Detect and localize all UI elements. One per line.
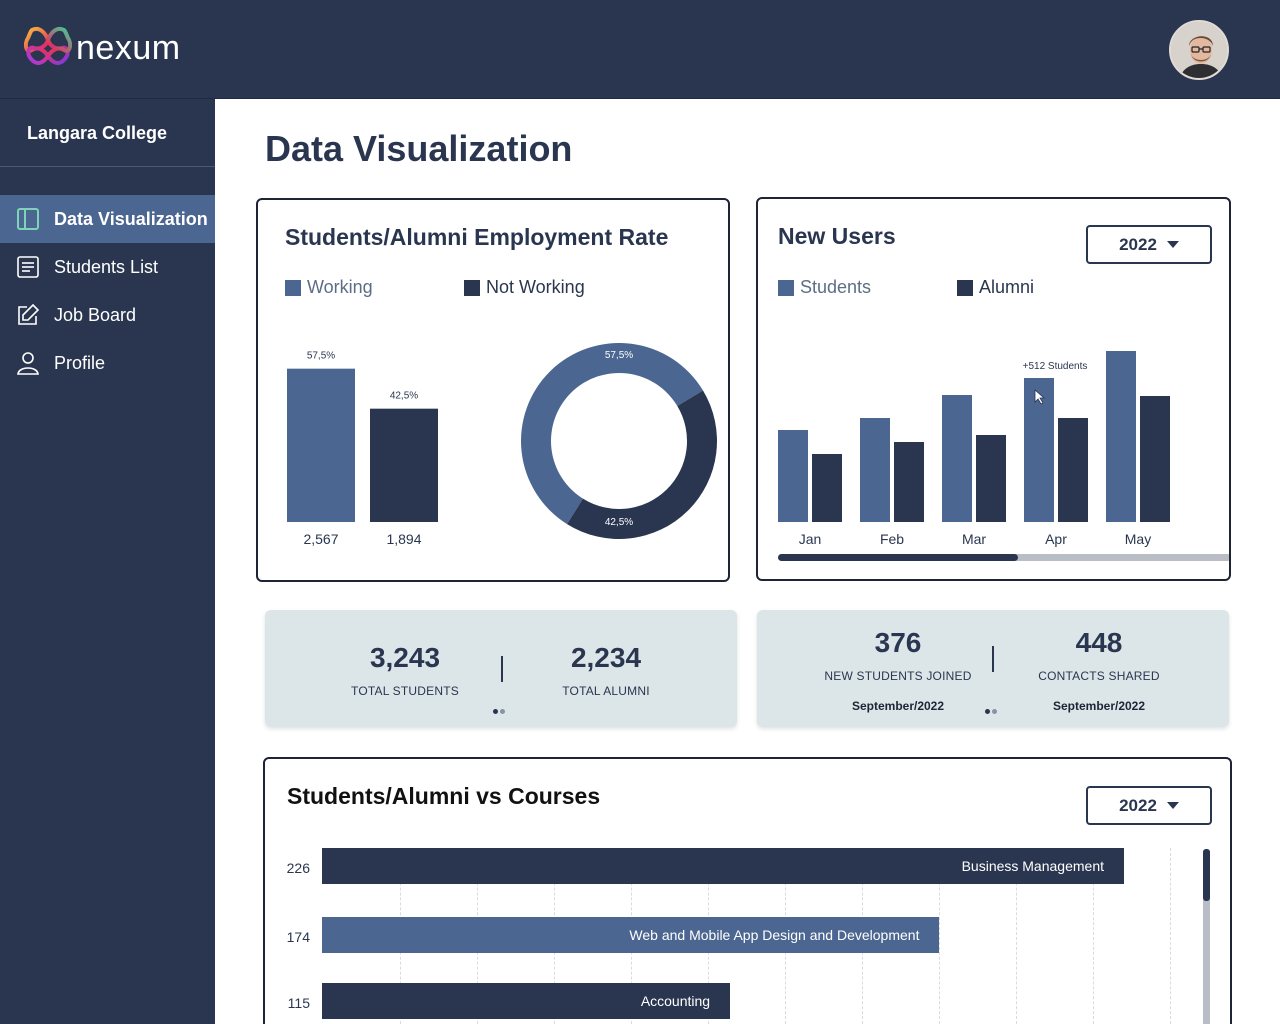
carousel-dot[interactable] [500,709,505,714]
contacts-shared-period: September/2022 [1052,699,1146,713]
donut-label: 57,5% [605,350,633,361]
employment-bar-chart: 57,5% 2,567 42,5% 1,894 [287,351,438,547]
stat-separator [992,646,994,672]
year-dropdown[interactable]: 2022 [1086,225,1212,264]
bar-percent-label: 42,5% [390,391,418,402]
sidebar: Langara College Data Visualization Stude… [0,99,215,1024]
courses-card: Students/Alumni vs Courses 2022 [263,757,1232,1024]
year-value: 2022 [1119,234,1157,254]
edit-icon [15,302,41,328]
chevron-down-icon [1166,241,1179,248]
legend-not-working: Not Working [464,277,585,298]
total-alumni-value: 2,234 [570,642,642,673]
new-users-bar[interactable] [942,395,972,522]
new-users-bar[interactable] [812,454,842,522]
bar-percent-label: 57,5% [307,351,335,362]
carousel-dots[interactable] [985,709,999,714]
card-title: New Users [778,223,896,249]
employment-donut-chart: 57,5% 42,5% [521,343,717,539]
legend-swatch [464,279,480,296]
new-users-card: New Users 2022 Students Alumni Jan Feb Mar… [756,197,1231,581]
layout-icon [15,206,41,232]
x-tick-label: Apr [1045,531,1067,547]
total-students-value: 3,243 [369,642,441,673]
new-users-bar[interactable] [778,430,808,522]
sidebar-item-students-list[interactable]: Students List [0,243,215,291]
list-icon [15,254,41,280]
legend-swatch [285,279,301,296]
bar-value-label: 2,567 [303,531,338,547]
x-tick-label: Mar [962,531,986,547]
chart-scrollbar[interactable] [778,554,1229,561]
stat-separator [501,656,503,682]
carousel-dot[interactable] [992,709,997,714]
user-icon [15,350,41,376]
employment-bar[interactable] [287,368,355,522]
legend-swatch [778,279,794,296]
sidebar-item-label: Job Board [54,304,137,325]
employment-bar[interactable] [370,408,438,522]
x-tick-label: Feb [880,531,904,547]
sidebar-item-label: Profile [54,352,106,373]
bar-value-label: 1,894 [386,531,421,547]
scrollbar-thumb[interactable] [1203,849,1210,901]
sidebar-item-data-visualization[interactable]: Data Visualization [0,195,215,243]
donut-label: 42,5% [605,517,633,528]
x-tick-label: Jan [799,531,822,547]
legend-students: Students [778,277,871,298]
donut-slice[interactable] [567,390,717,539]
page-title: Data Visualization [265,128,573,169]
contacts-shared-value: 448 [1075,627,1123,658]
year-value: 2022 [1119,795,1157,815]
org-name: Langara College [27,123,168,143]
year-dropdown[interactable]: 2022 [1086,786,1212,825]
legend-working: Working [285,277,373,298]
card-title: Students/Alumni vs Courses [287,783,601,809]
legend-label: Working [307,277,373,297]
new-users-bar[interactable] [1140,396,1170,522]
top-bar: nexum [0,0,1280,99]
new-users-bar-chart: Jan Feb Mar Apr May +512 Students [778,351,1170,547]
new-users-bar[interactable] [976,435,1006,522]
sidebar-divider [0,166,215,167]
nexum-logo-icon [24,27,72,65]
total-students-label: TOTAL STUDENTS [351,684,459,698]
chevron-down-icon [1166,802,1179,809]
totals-card: 3,243 TOTAL STUDENTS 2,234 TOTAL ALUMNI [265,610,737,727]
sidebar-item-label: Data Visualization [54,208,208,229]
legend-label: Alumni [979,277,1035,297]
legend-swatch [957,279,973,296]
new-users-bar[interactable] [1058,418,1088,522]
carousel-dots[interactable] [493,709,507,714]
legend-alumni: Alumni [957,277,1034,298]
app-name: nexum [76,28,181,67]
x-tick-label: May [1125,531,1151,547]
sidebar-item-job-board[interactable]: Job Board [0,291,215,339]
monthly-stats-card: 376 NEW STUDENTS JOINED September/2022 4… [757,610,1229,727]
new-users-bar[interactable] [860,418,890,522]
total-alumni-label: TOTAL ALUMNI [562,684,650,698]
avatar[interactable] [1169,20,1229,80]
new-students-value: 376 [874,627,922,658]
new-students-label: NEW STUDENTS JOINED [824,669,972,683]
courses-scrollbar[interactable] [1203,849,1210,1024]
new-users-bar[interactable] [894,442,924,522]
legend-label: Students [800,277,872,297]
sidebar-item-profile[interactable]: Profile [0,339,215,387]
new-students-period: September/2022 [851,699,945,713]
carousel-dot[interactable] [493,709,498,714]
card-title: Students/Alumni Employment Rate [285,224,669,250]
app-logo[interactable]: nexum [24,24,181,72]
new-users-bar[interactable] [1106,351,1136,522]
carousel-dot[interactable] [985,709,990,714]
sidebar-item-label: Students List [54,256,159,277]
contacts-shared-label: CONTACTS SHARED [1038,669,1160,683]
employment-rate-card: Students/Alumni Employment Rate Working … [256,198,730,582]
bar-annotation: +512 Students [1023,361,1088,372]
legend-label: Not Working [486,277,585,297]
user-photo-icon [1171,22,1227,78]
scrollbar-thumb[interactable] [778,554,1019,561]
